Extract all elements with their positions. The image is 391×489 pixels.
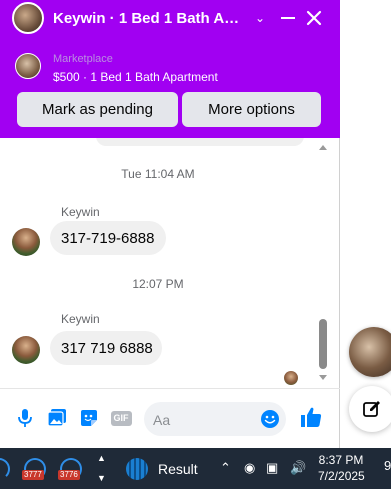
chevron-down-icon[interactable]: ⌄: [248, 6, 272, 30]
chat-header: Keywin · 1 Bed 1 Bath Apartment ⌄ Market…: [0, 0, 340, 138]
scroll-down-arrow[interactable]: [319, 375, 327, 380]
chat-window: Keywin · 1 Bed 1 Bath Apartment ⌄ Market…: [0, 0, 340, 448]
scrollbar-thumb[interactable]: [319, 319, 327, 369]
clock-date: 7/2/2025: [318, 469, 365, 483]
listing-source: Marketplace: [53, 53, 113, 65]
message-list: Tue 11:04 AM Keywin 317-719-6888 12:07 P…: [0, 138, 316, 388]
message-input[interactable]: Aa: [144, 402, 286, 436]
close-icon[interactable]: [302, 6, 326, 30]
notification-badge: 3777: [22, 470, 44, 480]
microphone-icon[interactable]: [14, 407, 36, 429]
gif-icon[interactable]: GIF: [110, 407, 132, 429]
contact-avatar[interactable]: [12, 2, 44, 34]
taskbar-edge-glyph: 9: [384, 458, 391, 473]
scroll-up-arrow[interactable]: [319, 145, 327, 150]
message-input-placeholder: Aa: [153, 412, 171, 428]
minimize-icon[interactable]: [276, 6, 300, 30]
timestamp: Tue 11:04 AM: [121, 167, 195, 181]
seen-receipt-avatar: [284, 371, 298, 385]
listing-name: $500 · 1 Bed 1 Bath Apartment: [53, 70, 218, 84]
chevron-up-icon[interactable]: ▲: [97, 453, 106, 463]
taskbar-result-label: Result: [158, 461, 198, 477]
more-options-button[interactable]: More options: [182, 92, 321, 127]
sender-name: Keywin: [61, 205, 100, 219]
compose-icon: [363, 401, 380, 417]
network-icon[interactable]: ▣: [266, 460, 278, 476]
chat-title[interactable]: Keywin · 1 Bed 1 Bath Apartment: [53, 10, 245, 27]
webcam-icon[interactable]: ◉: [244, 460, 255, 476]
taskbar-app-icon[interactable]: 3777: [22, 456, 48, 482]
mark-as-pending-button[interactable]: Mark as pending: [17, 92, 178, 127]
clock-time: 8:37 PM: [318, 453, 364, 467]
taskbar-app-icon[interactable]: 3776: [58, 456, 84, 482]
system-clock[interactable]: 8:37 PM 7/2/2025: [318, 452, 365, 484]
listing-banner[interactable]: Marketplace $500 · 1 Bed 1 Bath Apartmen…: [0, 48, 340, 90]
message-bubble[interactable]: 317-719-6888: [50, 221, 166, 255]
message-bubble[interactable]: 317 719 6888: [50, 331, 162, 365]
notification-badge: 3776: [58, 470, 80, 480]
thumbs-up-icon[interactable]: [298, 404, 324, 430]
taskbar-result-app[interactable]: Result: [126, 457, 198, 481]
sticker-icon[interactable]: [78, 407, 100, 429]
sender-name: Keywin: [61, 312, 100, 326]
taskbar-scroll[interactable]: ▲ ▼: [95, 451, 107, 487]
photo-icon[interactable]: [46, 407, 68, 429]
chat-head-avatar[interactable]: [349, 327, 391, 377]
message-composer: GIF Aa: [0, 388, 340, 448]
taskbar: 5 3777 3776 ▲ ▼ Result ⌃ ◉ ▣ 🔊 8:37 PM 7…: [0, 448, 391, 489]
sender-avatar[interactable]: [12, 336, 40, 364]
previous-message-bubble: [96, 138, 304, 146]
screen: Keywin · 1 Bed 1 Bath Apartment ⌄ Market…: [0, 0, 391, 489]
tray-caret-icon[interactable]: ⌃: [220, 460, 231, 476]
taskbar-app-icon[interactable]: 5: [0, 456, 12, 482]
sender-avatar[interactable]: [12, 228, 40, 256]
listing-thumbnail: [15, 53, 41, 79]
globe-icon: [126, 458, 148, 480]
new-message-button[interactable]: [349, 386, 391, 432]
volume-icon[interactable]: 🔊: [290, 460, 306, 476]
timestamp: 12:07 PM: [132, 277, 184, 291]
chevron-down-icon[interactable]: ▼: [97, 473, 106, 483]
emoji-icon[interactable]: [260, 409, 280, 429]
gif-label: GIF: [110, 410, 132, 426]
scrollbar[interactable]: [316, 138, 330, 388]
